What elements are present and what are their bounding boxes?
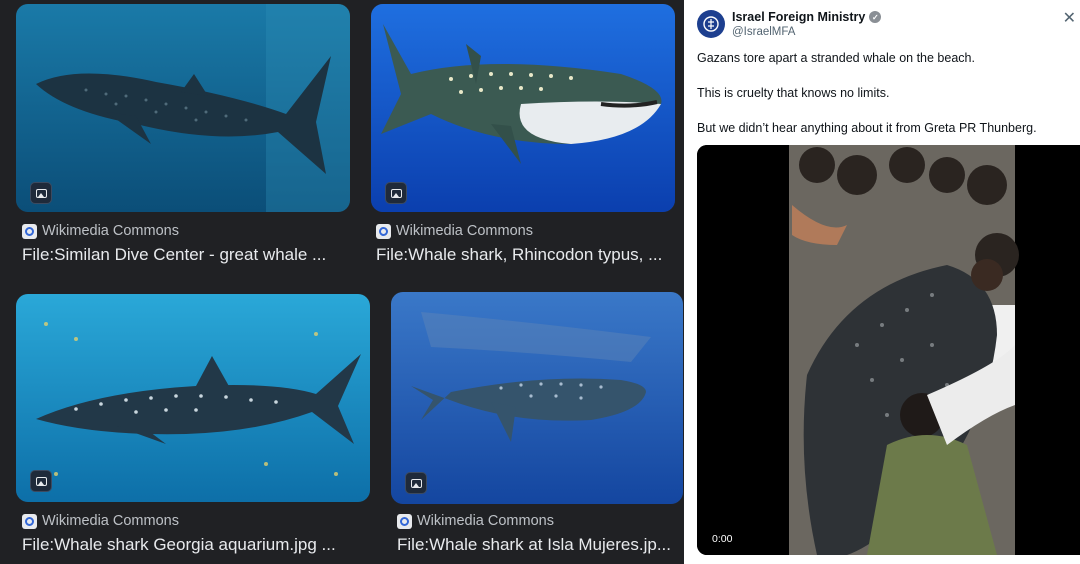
image-result-2[interactable]: [371, 4, 675, 212]
source-label: Wikimedia Commons: [42, 513, 179, 529]
image-results-grid: Wikimedia Commons File:Similan Dive Cent…: [0, 0, 684, 564]
tweet-text-line-1: Gazans tore apart a stranded whale on th…: [697, 51, 975, 65]
source-label: Wikimedia Commons: [396, 223, 533, 239]
tweet-card: Israel Foreign Ministry ✓ @IsraelMFA ✕ G…: [684, 0, 1080, 564]
user-handle[interactable]: @IsraelMFA: [732, 26, 795, 38]
image-icon: [30, 182, 52, 204]
result-title-4[interactable]: File:Whale shark at Isla Mujeres.jp...: [397, 535, 677, 555]
image-icon: [405, 472, 427, 494]
close-icon[interactable]: ✕: [1063, 8, 1076, 28]
result-source-2[interactable]: Wikimedia Commons: [376, 223, 533, 239]
wikimedia-icon: [397, 513, 412, 529]
result-title-2[interactable]: File:Whale shark, Rhincodon typus, ...: [376, 245, 676, 265]
whale-shark-image-3: [16, 294, 370, 502]
result-source-3[interactable]: Wikimedia Commons: [22, 513, 179, 529]
wikimedia-icon: [22, 513, 37, 529]
result-source-4[interactable]: Wikimedia Commons: [397, 513, 554, 529]
video-player[interactable]: 0:00: [697, 145, 1080, 555]
tweet-text-line-2: This is cruelty that knows no limits.: [697, 86, 890, 100]
wikimedia-icon: [22, 223, 37, 239]
image-result-3[interactable]: [16, 294, 370, 502]
whale-shark-image-1: [16, 4, 350, 212]
whale-shark-image-2: [371, 4, 675, 212]
video-timecode: 0:00: [712, 533, 733, 545]
display-name-text: Israel Foreign Ministry: [732, 10, 866, 24]
whale-shark-image-4: [391, 292, 683, 504]
image-result-1[interactable]: [16, 4, 350, 212]
tweet-text-line-3: But we didn’t hear anything about it fro…: [697, 121, 1037, 135]
verified-badge-icon: ✓: [869, 11, 882, 23]
image-icon: [30, 470, 52, 492]
result-title-1[interactable]: File:Similan Dive Center - great whale .…: [22, 245, 352, 265]
video-frame: [697, 145, 1080, 555]
image-result-4[interactable]: [391, 292, 683, 504]
result-source-1[interactable]: Wikimedia Commons: [22, 223, 179, 239]
source-label: Wikimedia Commons: [42, 223, 179, 239]
result-title-3[interactable]: File:Whale shark Georgia aquarium.jpg ..…: [22, 535, 372, 555]
emblem-icon: [703, 16, 719, 32]
source-label: Wikimedia Commons: [417, 513, 554, 529]
display-name[interactable]: Israel Foreign Ministry ✓: [732, 10, 882, 24]
image-icon: [385, 182, 407, 204]
wikimedia-icon: [376, 223, 391, 239]
avatar[interactable]: [697, 10, 725, 38]
